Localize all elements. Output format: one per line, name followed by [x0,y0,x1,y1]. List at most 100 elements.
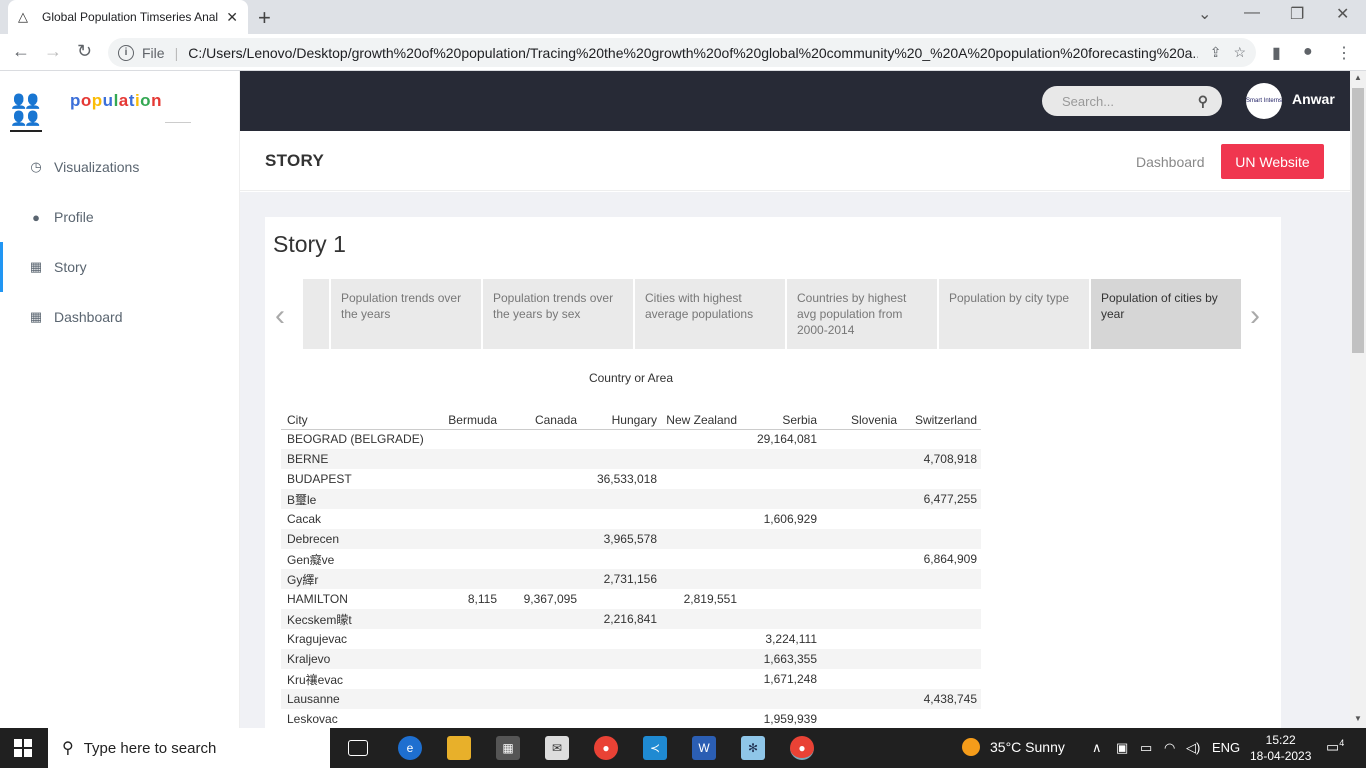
value-cell [741,609,821,629]
search-icon: ⚲ [62,740,74,757]
story-point[interactable]: Population trends over the years by sex [483,279,633,349]
taskbar-search[interactable]: ⚲ Type here to search [48,728,330,768]
value-cell [581,649,661,669]
snowflake-app-icon[interactable]: ✻ [741,736,765,760]
scroll-up-icon[interactable]: ▲ [1354,73,1362,82]
table-row: Leskovac 1,959,939 [281,709,981,729]
scrollbar-thumb[interactable] [1352,88,1364,353]
volume-icon[interactable]: ◁) [1186,740,1200,756]
omnibox[interactable]: i File | C:/Users/Lenovo/Desktop/growth%… [108,38,1256,67]
weather-widget[interactable]: 35°C Sunny [962,738,1065,756]
vscode-icon[interactable]: ≺ [643,736,667,760]
value-cell: 3,965,578 [581,529,661,549]
sidebar-item-profile[interactable]: ● Profile [0,192,240,242]
minimize-icon[interactable]: — [1244,4,1260,22]
store-icon[interactable]: ▦ [496,736,520,760]
logo[interactable]: 👤👤👤👤 population [10,89,210,132]
sidebar-item-visualizations[interactable]: ◷ Visualizations [0,142,240,192]
value-cell [431,669,501,689]
scroll-down-icon[interactable]: ▼ [1354,714,1362,723]
value-cell [501,709,581,729]
close-tab-icon[interactable]: ✕ [226,9,238,26]
sidebar-item-label: Story [54,259,87,275]
table-row: Kecskem矇t 2,216,841 [281,609,981,629]
forward-icon[interactable]: → [44,41,62,62]
taskbar-search-text: Type here to search [83,739,217,757]
url-text[interactable]: C:/Users/Lenovo/Desktop/growth%20of%20po… [188,45,1198,61]
story-point[interactable]: Cities with highest average populations [635,279,785,349]
reload-icon[interactable]: ↻ [77,41,92,62]
sidebar-item-label: Dashboard [54,309,123,325]
value-cell [821,469,901,489]
username[interactable]: Anwar [1292,91,1335,107]
search-icon[interactable]: ⚲ [1198,93,1208,110]
city-cell: Kragujevac [287,632,348,646]
scrollbar[interactable]: ▲ ▼ [1350,71,1366,728]
new-tab-icon[interactable]: + [258,5,271,31]
info-icon[interactable]: i [118,44,134,61]
value-cell [821,609,901,629]
chevron-right-icon[interactable]: › [1250,299,1260,333]
value-cell [501,529,581,549]
battery-icon[interactable]: ▭ [1140,740,1152,756]
value-cell [501,609,581,629]
back-icon[interactable]: ← [12,41,30,62]
menu-icon[interactable]: ⋮ [1336,43,1352,63]
task-view-icon[interactable] [348,740,368,756]
browser-tab[interactable]: △ Global Population Timseries Anal ✕ [8,0,248,34]
profile-icon[interactable]: ● [1303,43,1313,61]
side-panel-icon[interactable]: ▮ [1272,43,1281,63]
edge-icon[interactable]: e [398,736,422,760]
mail-icon[interactable]: ✉ [545,736,569,760]
search-input[interactable]: Search... ⚲ [1042,86,1222,116]
sidebar-item-story[interactable]: ▦ Story [0,242,240,292]
city-cell: Kecskem矇t [281,609,431,629]
wifi-icon[interactable]: ◠ [1164,740,1175,756]
value-cell [581,549,661,569]
chrome-icon[interactable]: ● [594,736,618,760]
story-point[interactable]: Population trends over the years [331,279,481,349]
value-cell [431,469,501,489]
word-icon[interactable]: W [692,736,716,760]
value-cell [501,449,581,469]
value-cell: 36,533,018 [596,472,657,486]
value-cell: 2,731,156 [581,569,661,589]
table-row: Debrecen 3,965,578 [281,529,981,549]
chevron-up-icon[interactable]: ∧ [1092,740,1102,756]
table-row: HAMILTON 8,115 9,367,095 2,819,551 [281,589,981,609]
avatar[interactable]: Smart Interns [1246,83,1282,119]
table-row: Kragujevac 3,224,111 [281,629,981,649]
value-cell [431,629,501,649]
sidebar-item-dashboard[interactable]: ▦ Dashboard [0,292,240,342]
story-point[interactable]: Countries by highest avg population from… [787,279,937,349]
tab-search-icon[interactable]: ⌄ [1198,4,1211,24]
value-cell [431,549,501,569]
notification-icon[interactable]: ▭4 [1326,738,1344,756]
chevron-left-icon[interactable]: ‹ [275,299,285,333]
bookmark-star-icon[interactable]: ☆ [1233,44,1246,61]
close-window-icon[interactable]: ✕ [1336,4,1349,24]
value-cell [661,569,741,589]
value-cell [901,469,981,489]
language-indicator[interactable]: ENG [1212,740,1240,755]
story-point-stub[interactable] [303,279,329,349]
clock[interactable]: 15:22 18-04-2023 [1250,732,1311,764]
story-point-active[interactable]: Population of cities by year [1091,279,1241,349]
value-cell [821,649,901,669]
value-cell [741,589,821,609]
story-card: Story 1 ‹ Population trends over the yea… [265,217,1281,737]
tray-device-icon[interactable]: ▣ [1116,740,1128,756]
restore-icon[interactable]: ❐ [1290,4,1304,24]
city-cell: Cacak [287,512,322,526]
un-website-button[interactable]: UN Website [1221,144,1324,179]
sidebar-item-label: Visualizations [54,159,140,175]
share-icon[interactable]: ⇪ [1210,44,1222,61]
column-header: Slovenia [821,395,901,430]
chrome-active-icon[interactable]: ● [790,736,814,760]
windows-start-icon[interactable] [14,739,32,757]
table-row: Kraljevo 1,663,355 [281,649,981,669]
value-cell [501,469,581,489]
file-explorer-icon[interactable] [447,736,471,760]
dashboard-link[interactable]: Dashboard [1136,154,1205,170]
story-point[interactable]: Population by city type [939,279,1089,349]
